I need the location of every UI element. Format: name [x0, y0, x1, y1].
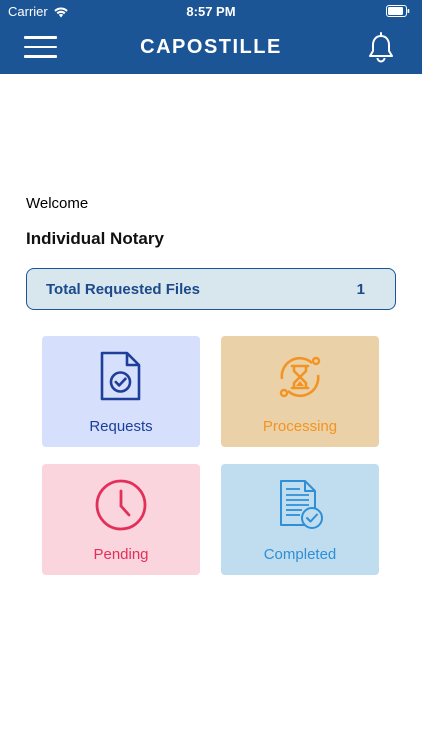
app-header: CAPOSTILLE	[0, 22, 422, 74]
document-completed-icon	[275, 477, 325, 533]
total-requested-files-label: Total Requested Files	[46, 281, 200, 298]
requests-card[interactable]: Requests	[42, 336, 200, 447]
hourglass-icon	[275, 349, 325, 405]
completed-card-label: Completed	[263, 546, 337, 563]
processing-card-label: Processing	[262, 418, 338, 435]
status-bar: Carrier 8:57 PM	[0, 0, 422, 22]
requests-card-label: Requests	[89, 418, 153, 435]
battery-icon	[386, 5, 410, 20]
processing-card[interactable]: Processing	[221, 336, 379, 447]
pending-card[interactable]: Pending	[42, 464, 200, 575]
total-requested-files-box[interactable]: Total Requested Files 1	[26, 268, 396, 310]
total-requested-files-count: 1	[356, 281, 365, 298]
welcome-text: Welcome	[26, 195, 89, 212]
notifications-button[interactable]	[366, 32, 396, 64]
app-logo: CAPOSTILLE	[140, 36, 282, 58]
pending-card-label: Pending	[93, 546, 149, 563]
bell-icon	[369, 32, 393, 63]
document-check-icon	[96, 349, 146, 405]
completed-card[interactable]: Completed	[221, 464, 379, 575]
user-role-title: Individual Notary	[26, 229, 164, 248]
clock-time: 8:57 PM	[186, 4, 236, 19]
clock-icon	[95, 477, 147, 533]
